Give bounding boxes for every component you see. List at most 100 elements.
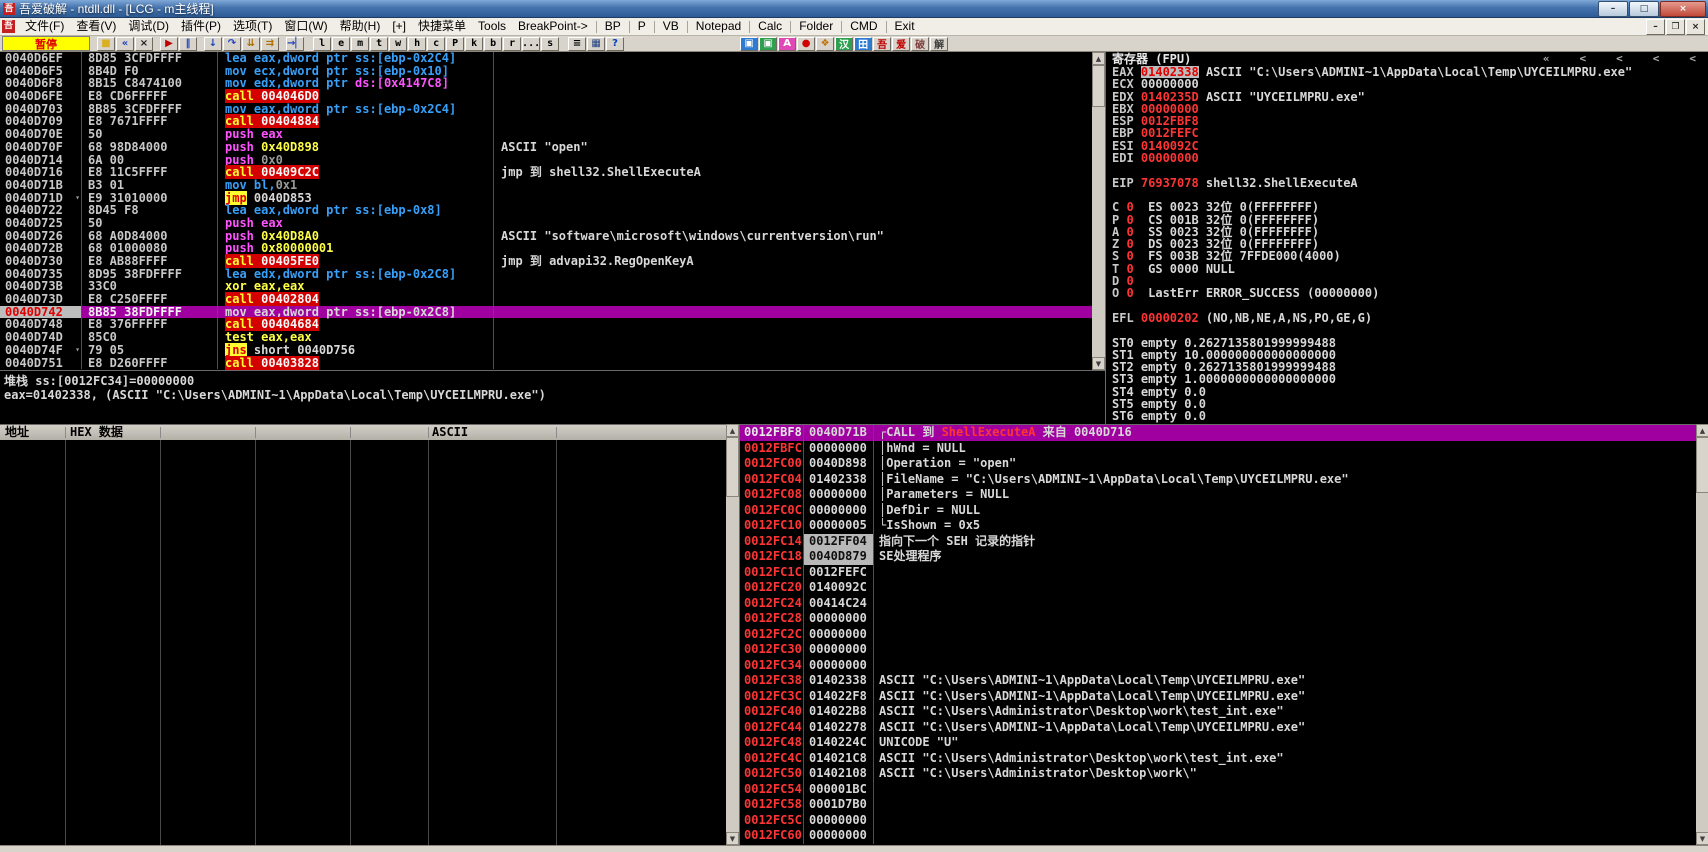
menu-item[interactable]: 查看(V) (70, 18, 122, 35)
stack-row[interactable]: 0012FC54 000001BC (740, 781, 1696, 797)
menu-item[interactable]: 窗口(W) (278, 18, 333, 35)
scroll-down-icon[interactable]: ▼ (1696, 832, 1708, 845)
panel-button-w[interactable]: w (389, 36, 408, 51)
stack-row[interactable]: 0012FC14 0012FF04 指向下一个 SEH 记录的指针 (740, 533, 1696, 549)
register-row[interactable]: ST3 empty 1.0000000000000000000 (1106, 373, 1708, 385)
disasm-row[interactable]: 0040D73D E8 C250FFFF call 00402804 (0, 292, 1092, 307)
mdi-close-button[interactable]: × (1686, 18, 1705, 35)
stack-row[interactable]: 0012FC0C 00000000 │DefDir = NULL (740, 502, 1696, 518)
menu-item[interactable]: BP (599, 18, 627, 35)
step-into-button[interactable]: ↓ (204, 36, 222, 51)
disasm-row[interactable]: 0040D6FE E8 CD6FFFFF call 004046D0 (0, 89, 1092, 104)
disasm-row[interactable]: 0040D716 E8 11C5FFFF call 00409C2C jmp 到 sh… (0, 165, 1092, 180)
panel-button-e[interactable]: e (332, 36, 351, 51)
disasm-row[interactable]: 0040D74F ▾ 79 05 jns short 0040D756 (0, 342, 1092, 357)
stack-row[interactable]: 0012FC08 00000000 │Parameters = NULL (740, 487, 1696, 503)
dump-body[interactable] (0, 440, 726, 845)
registers-nav-button[interactable]: < (1580, 52, 1587, 66)
register-row[interactable]: T 0 GS 0000 NULL (1106, 263, 1708, 275)
disasm-row[interactable]: 0040D748 E8 376FFFFF call 00404684 (0, 317, 1092, 332)
panel-button-s[interactable]: s (541, 36, 560, 51)
mdi-restore-button[interactable]: ❐ (1666, 18, 1685, 35)
stack-row[interactable]: 0012FC24 00414C24 (740, 595, 1696, 611)
menu-item[interactable]: Notepad (690, 18, 747, 35)
grid-plugin-icon[interactable]: 田 (854, 36, 873, 51)
menu-item[interactable]: VB (657, 18, 685, 35)
panel-button-b[interactable]: b (484, 36, 503, 51)
disasm-row[interactable]: 0040D6EF 8D85 3CFDFFFF lea eax,dword ptr s… (0, 52, 1092, 65)
stack-row[interactable]: 0012FC04 01402338 │FileName = "C:\Users\AD… (740, 471, 1696, 487)
register-row[interactable] (1106, 324, 1708, 336)
ai-plugin-icon[interactable]: 爱 (892, 36, 911, 51)
stack-row[interactable]: 0012FC3C 014022F8 ASCII "C:\Users\ADMINI~1… (740, 688, 1696, 704)
close-button[interactable]: × (1660, 0, 1706, 17)
stack-row[interactable]: 0012FC34 00000000 (740, 657, 1696, 673)
register-row[interactable]: EFL 00000202 (NO,NB,NE,A,NS,PO,GE,G) (1106, 312, 1708, 324)
restart-button[interactable]: « (116, 36, 134, 51)
menu-item[interactable]: Folder (793, 18, 839, 35)
register-row[interactable]: ST6 empty 0.0 (1106, 410, 1708, 422)
mdi-child-icon[interactable]: 吾 (2, 20, 15, 33)
stack-row[interactable]: 0012FC00 0040D898 │Operation = "open" (740, 456, 1696, 472)
run-to-return-button[interactable]: →▏ (286, 36, 305, 51)
register-row[interactable]: A 0 SS 0023 32位 0(FFFFFFFF) (1106, 226, 1708, 238)
stack-row[interactable]: 0012FC58 0001D7B0 (740, 797, 1696, 813)
register-row[interactable] (1106, 300, 1708, 312)
scroll-up-icon[interactable]: ▲ (1092, 52, 1105, 65)
scroll-thumb[interactable] (1092, 65, 1105, 107)
info-pane[interactable]: 堆栈 ss:[0012FC34]=00000000 eax=01402338, … (0, 370, 1105, 424)
close-program-button[interactable]: × (135, 36, 153, 51)
panel-button-c[interactable]: c (427, 36, 446, 51)
wu-plugin-icon[interactable]: 吾 (873, 36, 892, 51)
stack-row[interactable]: 0012FC18 0040D879 SE处理程序 (740, 549, 1696, 565)
menu-item[interactable]: Exit (889, 18, 921, 35)
stack-row[interactable]: 0012FC38 01402338 ASCII "C:\Users\ADMINI~1… (740, 673, 1696, 689)
register-row[interactable]: ESI 0140092C (1106, 140, 1708, 152)
step-over-button[interactable]: ↷ (223, 36, 241, 51)
stack-row[interactable]: 0012FC44 01402278 ASCII "C:\Users\ADMINI~1… (740, 719, 1696, 735)
registers-nav-button[interactable]: < (1616, 52, 1623, 66)
disasm-row[interactable]: 0040D722 8D45 F8 lea eax,dword ptr ss:[ebp… (0, 204, 1092, 217)
scroll-down-icon[interactable]: ▼ (1092, 357, 1105, 370)
stack-row[interactable]: 0012FC4C 014021C8 ASCII "C:\Users\Administ… (740, 750, 1696, 766)
disasm-row[interactable]: 0040D70F 68 98D84000 push 0x40D898 ASCII "o… (0, 140, 1092, 154)
registers-nav-button[interactable]: < (1689, 52, 1696, 66)
dump-scrollbar[interactable]: ▲ ▼ (726, 424, 739, 845)
panel-button-r[interactable]: r (503, 36, 522, 51)
register-row[interactable]: EBP 0012FEFC (1106, 127, 1708, 139)
stack-row[interactable]: 0012FC5C 00000000 (740, 812, 1696, 828)
stack-row[interactable]: 0012FC20 0140092C (740, 580, 1696, 596)
disasm-row[interactable]: 0040D71B B3 01 mov bl,0x1 (0, 179, 1092, 192)
stack-row[interactable]: 0012FC1C 0012FEFC (740, 564, 1696, 580)
stack-row[interactable]: 0012FC28 00000000 (740, 611, 1696, 627)
breakpoint-list-button[interactable]: ≡ (568, 36, 587, 51)
menu-item[interactable]: [+] (386, 18, 412, 35)
register-row[interactable]: O 0 LastErr ERROR_SUCCESS (00000000) (1106, 287, 1708, 299)
record-plugin-icon[interactable]: ● (797, 36, 816, 51)
register-row[interactable]: ST1 empty 10.000000000000000000 (1106, 349, 1708, 361)
scroll-down-icon[interactable]: ▼ (726, 832, 739, 845)
panel-button-m[interactable]: m (351, 36, 370, 51)
registers-pane[interactable]: 寄存器 (FPU) « < < < < EAX 01402338 ASCII "C:\U… (1105, 52, 1708, 424)
api-break-plugin-icon[interactable]: A (778, 36, 797, 51)
green-tool-plugin-icon[interactable]: ▣ (759, 36, 778, 51)
terminal-plugin-icon[interactable]: ▣ (740, 36, 759, 51)
pause-button[interactable]: ‖ (179, 36, 197, 51)
scroll-thumb[interactable] (726, 437, 739, 497)
register-row[interactable]: D 0 (1106, 275, 1708, 287)
spider-plugin-icon[interactable]: ❖ (816, 36, 835, 51)
register-row[interactable] (1106, 164, 1708, 176)
menu-item[interactable]: 快捷菜单 (412, 18, 472, 35)
animate-over-button[interactable]: ⇉ (261, 36, 279, 51)
register-row[interactable]: EIP 76937078 shell32.ShellExecuteA (1106, 177, 1708, 189)
register-row[interactable]: ECX 00000000 (1106, 78, 1708, 90)
register-row[interactable]: Z 0 DS 0023 32位 0(FFFFFFFF) (1106, 238, 1708, 250)
scroll-thumb[interactable] (1696, 437, 1708, 493)
disasm-row[interactable]: 0040D709 E8 7671FFFF call 00404884 (0, 114, 1092, 129)
register-row[interactable]: EAX 01402338 ASCII "C:\Users\ADMINI~1\Ap… (1106, 66, 1708, 79)
disasm-row[interactable]: 0040D735 8D95 38FDFFFF lea edx,dword ptr s… (0, 267, 1092, 281)
panel-button-l[interactable]: l (313, 36, 332, 51)
panel-button-P[interactable]: P (446, 36, 465, 51)
registers-nav-button[interactable]: < (1653, 52, 1660, 66)
register-row[interactable]: P 0 CS 001B 32位 0(FFFFFFFF) (1106, 214, 1708, 226)
